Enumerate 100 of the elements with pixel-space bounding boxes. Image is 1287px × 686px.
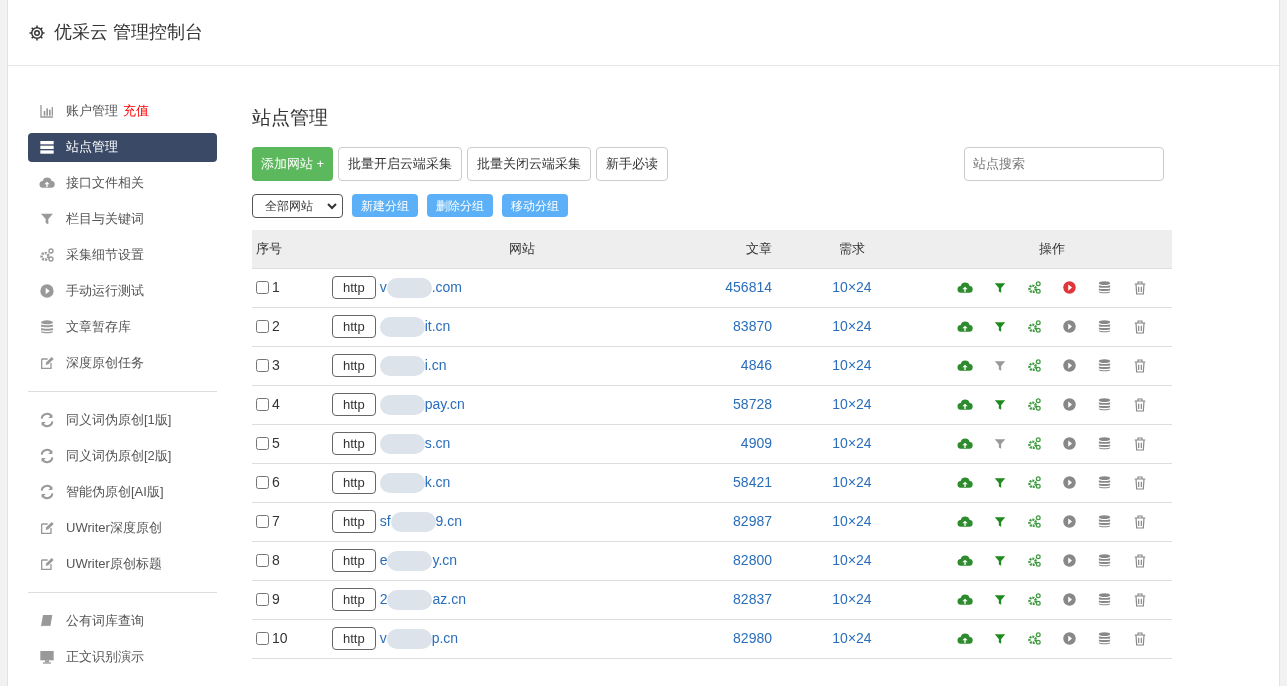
filter-icon[interactable] [992, 436, 1007, 451]
article-count[interactable]: 4909 [712, 433, 772, 454]
group-select[interactable]: 全部网站 [252, 193, 343, 218]
recharge-link[interactable]: 充值 [123, 101, 149, 121]
row-checkbox[interactable] [256, 593, 269, 606]
sidebar-item[interactable]: 手动运行测试 [28, 276, 217, 306]
database-icon[interactable] [1096, 436, 1112, 451]
row-checkbox[interactable] [256, 476, 269, 489]
play-icon[interactable] [1061, 475, 1077, 490]
gears-icon[interactable] [1026, 475, 1042, 490]
play-icon[interactable] [1061, 436, 1077, 451]
database-icon[interactable] [1096, 553, 1112, 568]
article-count[interactable]: 82837 [712, 589, 772, 610]
sidebar-item[interactable]: 站点管理 [28, 132, 217, 162]
gears-icon[interactable] [1026, 280, 1042, 295]
sidebar-item[interactable]: 栏目与关键词 [28, 204, 217, 234]
gears-icon[interactable] [1026, 553, 1042, 568]
play-icon[interactable] [1061, 631, 1077, 646]
domain-text[interactable]: k.cn [424, 472, 451, 493]
column-header: 序号 [255, 239, 283, 258]
play-icon[interactable] [1061, 553, 1077, 568]
filter-icon[interactable] [992, 358, 1007, 373]
database-icon[interactable] [1096, 631, 1112, 646]
article-count[interactable]: 82987 [712, 511, 772, 532]
search-field[interactable]: 站点搜索 [964, 146, 1164, 181]
domain-text[interactable]: y.cn [432, 550, 458, 571]
sidebar-item[interactable]: 同义词伪原创[2版] [28, 441, 217, 471]
database-icon[interactable] [1096, 319, 1112, 334]
sidebar-item[interactable]: 正文识别演示 [28, 642, 217, 672]
gears-icon[interactable] [1026, 358, 1042, 373]
domain-text[interactable]: s.cn [424, 433, 451, 454]
domain-text[interactable]: sf [379, 511, 391, 532]
sidebar-item[interactable]: 采集细节设置 [28, 240, 217, 270]
filter-icon[interactable] [992, 592, 1007, 607]
article-count[interactable]: 58728 [712, 394, 772, 415]
sidebar-item[interactable]: 智能伪原创[AI版] [28, 477, 217, 507]
sidebar-label[interactable]: 账户管理 [66, 101, 118, 121]
filter-icon[interactable] [992, 397, 1007, 412]
database-icon[interactable] [1096, 514, 1112, 529]
gears-icon[interactable] [1026, 514, 1042, 529]
filter-icon[interactable] [992, 553, 1007, 568]
article-count[interactable]: 58421 [712, 472, 772, 493]
action-button[interactable]: 新手必读 [596, 146, 669, 181]
row-checkbox[interactable] [256, 515, 269, 528]
domain-text[interactable]: 9.cn [435, 511, 463, 532]
row-number: 4 [272, 395, 280, 414]
row-checkbox[interactable] [256, 281, 269, 294]
domain-text[interactable]: v [379, 277, 387, 298]
sidebar-item[interactable]: 同义词伪原创[1版] [28, 405, 217, 435]
action-button[interactable]: 批量关闭云端采集 [467, 146, 592, 181]
row-checkbox[interactable] [256, 320, 269, 333]
filter-icon[interactable] [992, 514, 1007, 529]
domain-text[interactable]: v [379, 628, 387, 649]
sidebar-item[interactable]: 文章暂存库 [28, 312, 217, 342]
article-count[interactable]: 82980 [712, 628, 772, 649]
sidebar-item[interactable]: 深度原创任务 [28, 348, 217, 378]
article-count[interactable]: 83870 [712, 316, 772, 337]
article-count[interactable]: 456814 [712, 277, 772, 298]
database-icon[interactable] [1096, 280, 1112, 295]
gears-icon[interactable] [1026, 592, 1042, 607]
gears-icon[interactable] [1026, 319, 1042, 334]
domain-text[interactable]: 2 [379, 589, 388, 610]
domain-text[interactable]: az.cn [432, 589, 466, 610]
article-count[interactable]: 4846 [712, 355, 772, 376]
filter-icon[interactable] [992, 319, 1007, 334]
domain-text[interactable]: .com [431, 277, 463, 298]
filter-icon[interactable] [992, 475, 1007, 490]
gears-icon[interactable] [1026, 436, 1042, 451]
domain-text[interactable]: pay.cn [424, 394, 465, 415]
play-icon[interactable] [1061, 319, 1077, 334]
database-icon[interactable] [1096, 397, 1112, 412]
row-checkbox[interactable] [256, 632, 269, 645]
domain-text[interactable]: e [379, 550, 388, 571]
filter-icon[interactable] [992, 280, 1007, 295]
sidebar-item[interactable]: 接口文件相关 [28, 168, 217, 198]
database-icon[interactable] [1096, 475, 1112, 490]
domain-text[interactable]: p.cn [431, 628, 459, 649]
column-header: 需求 [838, 239, 866, 258]
row-checkbox[interactable] [256, 554, 269, 567]
filter-icon[interactable] [992, 631, 1007, 646]
sidebar-item[interactable]: UWriter原创标题 [28, 549, 217, 579]
row-number: 1 [272, 278, 280, 297]
row-checkbox[interactable] [256, 398, 269, 411]
sidebar-item[interactable]: 公有词库查询 [28, 606, 217, 636]
play-icon[interactable] [1061, 592, 1077, 607]
row-checkbox[interactable] [256, 359, 269, 372]
gears-icon[interactable] [1026, 397, 1042, 412]
play-icon[interactable] [1061, 514, 1077, 529]
sidebar-item[interactable]: UWriter深度原创 [28, 513, 217, 543]
play-icon[interactable] [1061, 397, 1077, 412]
play-icon[interactable] [1061, 358, 1077, 373]
gears-icon[interactable] [1026, 631, 1042, 646]
database-icon[interactable] [1096, 358, 1112, 373]
domain-text[interactable]: it.cn [424, 316, 451, 337]
row-checkbox[interactable] [256, 437, 269, 450]
action-button[interactable]: 批量开启云端采集 [338, 146, 463, 181]
domain-text[interactable]: i.cn [424, 355, 447, 376]
database-icon[interactable] [1096, 592, 1112, 607]
article-count[interactable]: 82800 [712, 550, 772, 571]
play-icon[interactable] [1061, 280, 1077, 295]
